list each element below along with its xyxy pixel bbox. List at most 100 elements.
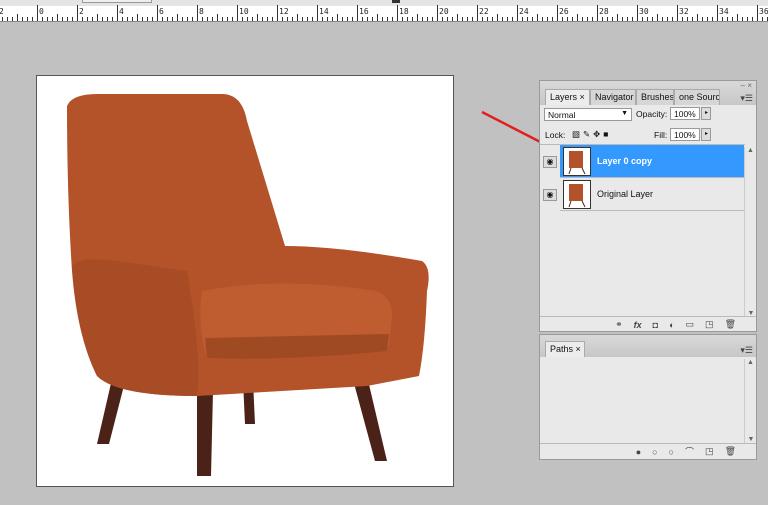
ruler-tick bbox=[537, 14, 538, 21]
document-canvas[interactable] bbox=[36, 75, 454, 487]
ruler-tick bbox=[647, 17, 648, 21]
ruler-label: 26 bbox=[559, 7, 569, 16]
ruler-tick bbox=[342, 17, 343, 21]
ruler-tick bbox=[577, 14, 578, 21]
ruler-tick bbox=[117, 5, 118, 21]
new-path-icon[interactable]: ◳ bbox=[705, 446, 714, 457]
ruler-tick bbox=[662, 17, 663, 21]
ruler-tick bbox=[397, 5, 398, 21]
options-icon[interactable] bbox=[392, 0, 400, 3]
ruler-tick bbox=[382, 17, 383, 21]
ruler-tick bbox=[642, 17, 643, 21]
ruler-tick bbox=[412, 17, 413, 21]
ruler-tick bbox=[232, 17, 233, 21]
fill-label: Fill: bbox=[654, 130, 668, 140]
ruler-tick bbox=[157, 5, 158, 21]
paths-panel: Paths × ▾☰ ▲ ▼ ● ○ ○ ⌒ ◳ 🗑 bbox=[539, 334, 757, 460]
blend-mode-select[interactable]: Normal ▼ bbox=[544, 108, 632, 121]
fill-input[interactable]: 100% bbox=[670, 128, 700, 141]
paths-scrollbar[interactable]: ▲ ▼ bbox=[744, 359, 756, 443]
fill-arrow-button[interactable]: ▸ bbox=[701, 128, 711, 141]
ruler-tick bbox=[172, 17, 173, 21]
trash-icon[interactable]: 🗑 bbox=[725, 446, 736, 457]
horizontal-ruler[interactable]: 2 0 2 4 6 8 10 12 14 16 18 20 22 24 26 28 30 32 34 36 bbox=[0, 5, 768, 22]
panel-minimize-close[interactable]: ‒ × bbox=[741, 81, 752, 90]
ruler-label: 0 bbox=[39, 7, 44, 16]
ruler-label: 22 bbox=[479, 7, 489, 16]
ruler-tick bbox=[627, 17, 628, 21]
opacity-arrow-button[interactable]: ▸ bbox=[701, 107, 711, 120]
ruler-tick bbox=[497, 14, 498, 21]
ruler-tick bbox=[652, 17, 653, 21]
ruler-label: 30 bbox=[639, 7, 649, 16]
ruler-tick bbox=[92, 17, 93, 21]
ruler-tick bbox=[607, 17, 608, 21]
ruler-tick bbox=[467, 17, 468, 21]
ruler-tick bbox=[17, 14, 18, 21]
ruler-tick bbox=[602, 17, 603, 21]
tab-paths[interactable]: Paths × bbox=[545, 341, 585, 357]
folder-icon[interactable]: ▭ bbox=[686, 319, 695, 330]
ruler-tick bbox=[187, 17, 188, 21]
opacity-input[interactable]: 100% bbox=[670, 107, 700, 120]
make-work-path-icon[interactable]: ⌒ bbox=[685, 445, 694, 458]
ruler-tick bbox=[677, 5, 678, 21]
new-layer-icon[interactable]: ◳ bbox=[705, 319, 714, 330]
ruler-tick bbox=[592, 17, 593, 21]
fx-icon[interactable]: fx bbox=[634, 320, 642, 330]
layer-row[interactable]: Original Layer bbox=[560, 178, 744, 211]
ruler-tick bbox=[352, 17, 353, 21]
trash-icon[interactable]: 🗑 bbox=[725, 319, 736, 330]
layer-row[interactable]: Layer 0 copy bbox=[560, 145, 744, 178]
mask-icon[interactable]: ◘ bbox=[653, 320, 658, 330]
ruler-tick bbox=[272, 17, 273, 21]
ruler-tick bbox=[292, 17, 293, 21]
load-selection-icon[interactable]: ○ bbox=[669, 447, 674, 457]
ruler-tick bbox=[27, 17, 28, 21]
tab-brushes[interactable]: Brushes bbox=[636, 89, 674, 105]
ruler-tick bbox=[557, 5, 558, 21]
ruler-tick bbox=[102, 17, 103, 21]
ruler-tick bbox=[667, 17, 668, 21]
ruler-label: 32 bbox=[679, 7, 689, 16]
ruler-label: 8 bbox=[199, 7, 204, 16]
layers-footer-toolbar: ⚭ fx ◘ ◐ ▭ ◳ 🗑 bbox=[540, 316, 756, 332]
ruler-tick bbox=[547, 17, 548, 21]
tab-layers[interactable]: Layers × bbox=[545, 89, 590, 105]
layer-thumbnail bbox=[563, 147, 591, 176]
ruler-tick bbox=[367, 17, 368, 21]
tab-clone-source[interactable]: one Source bbox=[674, 89, 720, 105]
ruler-tick bbox=[177, 14, 178, 21]
ruler-tick bbox=[237, 5, 238, 21]
ruler-tick bbox=[362, 17, 363, 21]
ruler-tick bbox=[702, 17, 703, 21]
ruler-tick bbox=[277, 5, 278, 21]
visibility-eye-icon[interactable]: ◉ bbox=[543, 156, 557, 168]
chair-image bbox=[67, 94, 429, 476]
fill-path-icon[interactable]: ● bbox=[636, 447, 641, 457]
ruler-tick bbox=[42, 17, 43, 21]
ruler-tick bbox=[112, 17, 113, 21]
ruler-label: 20 bbox=[439, 7, 449, 16]
adjustment-icon[interactable]: ◐ bbox=[669, 320, 674, 330]
options-field[interactable] bbox=[82, 0, 152, 3]
panel-menu-icon[interactable]: ▾☰ bbox=[740, 345, 753, 356]
layer-name: Layer 0 copy bbox=[597, 156, 653, 166]
link-icon[interactable]: ⚭ bbox=[615, 319, 623, 330]
ruler-tick bbox=[207, 17, 208, 21]
ruler-tick bbox=[282, 17, 283, 21]
ruler-tick bbox=[297, 14, 298, 21]
layers-scrollbar[interactable]: ▲ ▼ bbox=[744, 147, 756, 317]
ruler-tick bbox=[417, 14, 418, 21]
ruler-tick bbox=[52, 17, 53, 21]
tab-navigator[interactable]: Navigator bbox=[590, 89, 636, 105]
panel-menu-icon[interactable]: ▾☰ bbox=[740, 93, 753, 104]
ruler-label: 14 bbox=[319, 7, 329, 16]
stroke-path-icon[interactable]: ○ bbox=[652, 447, 657, 457]
ruler-tick bbox=[247, 17, 248, 21]
visibility-eye-icon[interactable]: ◉ bbox=[543, 189, 557, 201]
lock-icons[interactable]: ▧✎✥■ bbox=[572, 129, 611, 140]
ruler-tick bbox=[522, 17, 523, 21]
ruler-tick bbox=[707, 17, 708, 21]
ruler-tick bbox=[472, 17, 473, 21]
